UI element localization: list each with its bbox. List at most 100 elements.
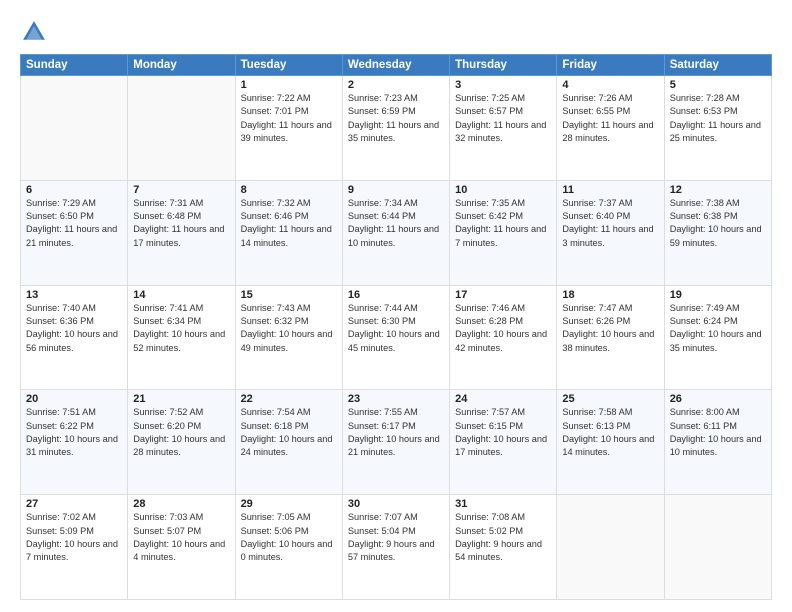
calendar-cell: 13Sunrise: 7:40 AM Sunset: 6:36 PM Dayli… (21, 285, 128, 390)
day-number: 10 (455, 184, 551, 196)
calendar-cell: 21Sunrise: 7:52 AM Sunset: 6:20 PM Dayli… (128, 390, 235, 495)
day-number: 31 (455, 498, 551, 510)
day-info: Sunrise: 7:02 AM Sunset: 5:09 PM Dayligh… (26, 511, 122, 564)
day-info: Sunrise: 7:51 AM Sunset: 6:22 PM Dayligh… (26, 406, 122, 459)
weekday-header: Sunday (21, 55, 128, 76)
calendar-cell: 1Sunrise: 7:22 AM Sunset: 7:01 PM Daylig… (235, 76, 342, 181)
calendar-cell: 19Sunrise: 7:49 AM Sunset: 6:24 PM Dayli… (664, 285, 771, 390)
calendar-week-row: 13Sunrise: 7:40 AM Sunset: 6:36 PM Dayli… (21, 285, 772, 390)
calendar-cell: 14Sunrise: 7:41 AM Sunset: 6:34 PM Dayli… (128, 285, 235, 390)
calendar-cell: 29Sunrise: 7:05 AM Sunset: 5:06 PM Dayli… (235, 495, 342, 600)
day-info: Sunrise: 7:41 AM Sunset: 6:34 PM Dayligh… (133, 302, 229, 355)
calendar-cell (557, 495, 664, 600)
day-info: Sunrise: 8:00 AM Sunset: 6:11 PM Dayligh… (670, 406, 766, 459)
day-number: 8 (241, 184, 337, 196)
logo (20, 18, 52, 46)
day-number: 23 (348, 393, 444, 405)
day-number: 13 (26, 289, 122, 301)
logo-icon (20, 18, 48, 46)
day-info: Sunrise: 7:37 AM Sunset: 6:40 PM Dayligh… (562, 197, 658, 250)
day-info: Sunrise: 7:47 AM Sunset: 6:26 PM Dayligh… (562, 302, 658, 355)
day-number: 4 (562, 79, 658, 91)
day-number: 3 (455, 79, 551, 91)
day-info: Sunrise: 7:40 AM Sunset: 6:36 PM Dayligh… (26, 302, 122, 355)
day-number: 1 (241, 79, 337, 91)
calendar-cell: 24Sunrise: 7:57 AM Sunset: 6:15 PM Dayli… (450, 390, 557, 495)
day-info: Sunrise: 7:28 AM Sunset: 6:53 PM Dayligh… (670, 92, 766, 145)
day-number: 26 (670, 393, 766, 405)
calendar-cell: 10Sunrise: 7:35 AM Sunset: 6:42 PM Dayli… (450, 180, 557, 285)
day-info: Sunrise: 7:34 AM Sunset: 6:44 PM Dayligh… (348, 197, 444, 250)
calendar-week-row: 1Sunrise: 7:22 AM Sunset: 7:01 PM Daylig… (21, 76, 772, 181)
calendar-week-row: 6Sunrise: 7:29 AM Sunset: 6:50 PM Daylig… (21, 180, 772, 285)
day-number: 11 (562, 184, 658, 196)
day-number: 14 (133, 289, 229, 301)
day-info: Sunrise: 7:57 AM Sunset: 6:15 PM Dayligh… (455, 406, 551, 459)
weekday-header: Saturday (664, 55, 771, 76)
day-number: 16 (348, 289, 444, 301)
day-number: 20 (26, 393, 122, 405)
day-number: 9 (348, 184, 444, 196)
calendar-cell: 27Sunrise: 7:02 AM Sunset: 5:09 PM Dayli… (21, 495, 128, 600)
day-info: Sunrise: 7:52 AM Sunset: 6:20 PM Dayligh… (133, 406, 229, 459)
day-info: Sunrise: 7:05 AM Sunset: 5:06 PM Dayligh… (241, 511, 337, 564)
calendar-cell: 23Sunrise: 7:55 AM Sunset: 6:17 PM Dayli… (342, 390, 449, 495)
calendar-week-row: 20Sunrise: 7:51 AM Sunset: 6:22 PM Dayli… (21, 390, 772, 495)
calendar-cell (21, 76, 128, 181)
day-info: Sunrise: 7:35 AM Sunset: 6:42 PM Dayligh… (455, 197, 551, 250)
calendar-cell: 7Sunrise: 7:31 AM Sunset: 6:48 PM Daylig… (128, 180, 235, 285)
day-info: Sunrise: 7:31 AM Sunset: 6:48 PM Dayligh… (133, 197, 229, 250)
calendar-cell: 25Sunrise: 7:58 AM Sunset: 6:13 PM Dayli… (557, 390, 664, 495)
calendar-cell: 18Sunrise: 7:47 AM Sunset: 6:26 PM Dayli… (557, 285, 664, 390)
calendar-cell: 11Sunrise: 7:37 AM Sunset: 6:40 PM Dayli… (557, 180, 664, 285)
day-number: 15 (241, 289, 337, 301)
day-info: Sunrise: 7:44 AM Sunset: 6:30 PM Dayligh… (348, 302, 444, 355)
day-info: Sunrise: 7:38 AM Sunset: 6:38 PM Dayligh… (670, 197, 766, 250)
day-number: 30 (348, 498, 444, 510)
day-number: 29 (241, 498, 337, 510)
weekday-header: Tuesday (235, 55, 342, 76)
day-info: Sunrise: 7:03 AM Sunset: 5:07 PM Dayligh… (133, 511, 229, 564)
calendar-week-row: 27Sunrise: 7:02 AM Sunset: 5:09 PM Dayli… (21, 495, 772, 600)
day-number: 19 (670, 289, 766, 301)
day-info: Sunrise: 7:07 AM Sunset: 5:04 PM Dayligh… (348, 511, 444, 564)
day-number: 21 (133, 393, 229, 405)
calendar-cell: 30Sunrise: 7:07 AM Sunset: 5:04 PM Dayli… (342, 495, 449, 600)
day-info: Sunrise: 7:58 AM Sunset: 6:13 PM Dayligh… (562, 406, 658, 459)
day-info: Sunrise: 7:43 AM Sunset: 6:32 PM Dayligh… (241, 302, 337, 355)
calendar-cell: 5Sunrise: 7:28 AM Sunset: 6:53 PM Daylig… (664, 76, 771, 181)
day-number: 25 (562, 393, 658, 405)
day-number: 28 (133, 498, 229, 510)
day-number: 27 (26, 498, 122, 510)
day-info: Sunrise: 7:46 AM Sunset: 6:28 PM Dayligh… (455, 302, 551, 355)
calendar-cell: 16Sunrise: 7:44 AM Sunset: 6:30 PM Dayli… (342, 285, 449, 390)
day-info: Sunrise: 7:23 AM Sunset: 6:59 PM Dayligh… (348, 92, 444, 145)
day-info: Sunrise: 7:26 AM Sunset: 6:55 PM Dayligh… (562, 92, 658, 145)
calendar-cell: 17Sunrise: 7:46 AM Sunset: 6:28 PM Dayli… (450, 285, 557, 390)
page-header (20, 18, 772, 46)
day-info: Sunrise: 7:32 AM Sunset: 6:46 PM Dayligh… (241, 197, 337, 250)
day-number: 24 (455, 393, 551, 405)
day-info: Sunrise: 7:55 AM Sunset: 6:17 PM Dayligh… (348, 406, 444, 459)
calendar-cell: 22Sunrise: 7:54 AM Sunset: 6:18 PM Dayli… (235, 390, 342, 495)
day-number: 12 (670, 184, 766, 196)
day-info: Sunrise: 7:49 AM Sunset: 6:24 PM Dayligh… (670, 302, 766, 355)
day-number: 17 (455, 289, 551, 301)
day-number: 18 (562, 289, 658, 301)
day-number: 22 (241, 393, 337, 405)
day-info: Sunrise: 7:22 AM Sunset: 7:01 PM Dayligh… (241, 92, 337, 145)
day-number: 7 (133, 184, 229, 196)
calendar-cell: 12Sunrise: 7:38 AM Sunset: 6:38 PM Dayli… (664, 180, 771, 285)
calendar-cell: 20Sunrise: 7:51 AM Sunset: 6:22 PM Dayli… (21, 390, 128, 495)
calendar-cell: 6Sunrise: 7:29 AM Sunset: 6:50 PM Daylig… (21, 180, 128, 285)
calendar-cell: 9Sunrise: 7:34 AM Sunset: 6:44 PM Daylig… (342, 180, 449, 285)
day-info: Sunrise: 7:54 AM Sunset: 6:18 PM Dayligh… (241, 406, 337, 459)
calendar-table: SundayMondayTuesdayWednesdayThursdayFrid… (20, 54, 772, 600)
day-info: Sunrise: 7:25 AM Sunset: 6:57 PM Dayligh… (455, 92, 551, 145)
calendar-cell (128, 76, 235, 181)
calendar-cell: 28Sunrise: 7:03 AM Sunset: 5:07 PM Dayli… (128, 495, 235, 600)
weekday-header: Wednesday (342, 55, 449, 76)
day-number: 5 (670, 79, 766, 91)
calendar-cell: 8Sunrise: 7:32 AM Sunset: 6:46 PM Daylig… (235, 180, 342, 285)
weekday-header: Thursday (450, 55, 557, 76)
